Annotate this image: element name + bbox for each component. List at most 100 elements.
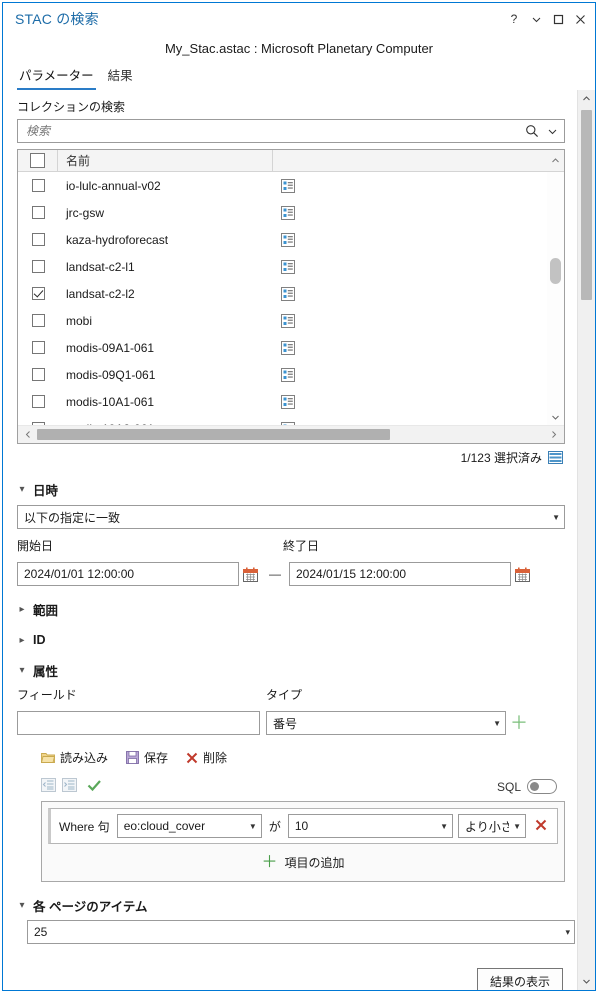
date-inputs-row: 2024/01/01 12:00:00 — 2024/01/15 12:00:0… bbox=[17, 562, 565, 586]
tab-parameters[interactable]: パラメーター bbox=[17, 65, 96, 90]
table-row[interactable]: kaza-hydroforecast bbox=[18, 226, 547, 253]
list-view-icon[interactable] bbox=[548, 451, 563, 464]
load-button[interactable]: 読み込み bbox=[41, 749, 108, 766]
clause-value-select[interactable]: 10 ▼ bbox=[287, 814, 453, 838]
section-extent-header[interactable]: ▸ 範囲 bbox=[17, 600, 565, 619]
attribute-field-input[interactable] bbox=[17, 711, 260, 735]
table-row[interactable]: modis-09Q1-061 bbox=[18, 361, 547, 388]
help-button[interactable]: ? bbox=[503, 8, 525, 30]
sql-toggle-group[interactable]: SQL bbox=[497, 779, 565, 794]
list-vscroll-thumb[interactable] bbox=[550, 258, 561, 284]
panel-scroll-down-arrow[interactable] bbox=[578, 973, 595, 990]
list-details-icon bbox=[281, 205, 295, 220]
row-details-icon[interactable] bbox=[273, 232, 303, 247]
collection-search-box[interactable] bbox=[17, 119, 565, 143]
panel-vertical-scrollbar[interactable] bbox=[577, 90, 595, 990]
list-hscroll-thumb[interactable] bbox=[37, 429, 390, 440]
collection-search-input[interactable] bbox=[24, 123, 522, 139]
row-details-icon[interactable] bbox=[273, 394, 303, 409]
list-vertical-scrollbar[interactable] bbox=[547, 172, 564, 425]
column-header-extra bbox=[273, 150, 564, 171]
sql-toggle-switch[interactable] bbox=[527, 779, 557, 794]
row-checkbox-cell[interactable] bbox=[18, 341, 58, 354]
row-checkbox[interactable] bbox=[31, 233, 45, 246]
table-row[interactable]: io-lulc-annual-v02 bbox=[18, 172, 547, 199]
list-scroll-down-arrow[interactable] bbox=[547, 409, 564, 425]
select-all-checkbox[interactable] bbox=[30, 153, 45, 168]
clause-connector-label: が bbox=[268, 819, 281, 834]
row-checkbox[interactable] bbox=[31, 341, 45, 354]
start-date-calendar-icon[interactable] bbox=[239, 567, 261, 582]
collapse-button[interactable] bbox=[525, 8, 547, 30]
column-header-name[interactable]: 名前 bbox=[58, 150, 273, 171]
show-results-button[interactable]: 結果の表示 bbox=[476, 968, 563, 990]
load-button-label: 読み込み bbox=[60, 751, 109, 765]
list-horizontal-scrollbar[interactable] bbox=[18, 425, 564, 443]
section-datetime-header[interactable]: ▾ 日時 bbox=[17, 480, 565, 499]
attribute-type-select[interactable]: 番号 ▼ bbox=[266, 711, 506, 735]
list-scroll-right-arrow[interactable] bbox=[546, 426, 562, 443]
add-clause-button[interactable]: ＋ 項目の追加 bbox=[48, 854, 558, 871]
row-checkbox-cell[interactable] bbox=[18, 314, 58, 327]
validate-button[interactable] bbox=[83, 779, 102, 795]
table-row[interactable]: modis-10A2-061 bbox=[18, 415, 547, 425]
row-checkbox-cell[interactable] bbox=[18, 368, 58, 381]
start-date-input[interactable]: 2024/01/01 12:00:00 bbox=[17, 562, 239, 586]
indent-button[interactable] bbox=[62, 778, 77, 795]
row-checkbox-cell[interactable] bbox=[18, 179, 58, 192]
save-button[interactable]: 保存 bbox=[126, 749, 168, 766]
row-details-icon[interactable] bbox=[273, 259, 303, 274]
per-page-select[interactable]: 25 ▾ bbox=[27, 920, 575, 944]
table-row[interactable]: landsat-c2-l1 bbox=[18, 253, 547, 280]
section-id-header[interactable]: ▸ ID bbox=[17, 633, 565, 647]
maximize-button[interactable] bbox=[547, 8, 569, 30]
list-scroll-left-arrow[interactable] bbox=[20, 426, 36, 443]
tab-parameters-label: パラメーター bbox=[19, 69, 94, 83]
collections-list-header: 名前 bbox=[18, 150, 564, 172]
row-checkbox-cell[interactable] bbox=[18, 233, 58, 246]
row-checkbox[interactable] bbox=[31, 287, 45, 300]
row-details-icon[interactable] bbox=[273, 205, 303, 220]
datetime-mode-select[interactable]: 以下の指定に一致 ▼ bbox=[17, 505, 565, 529]
remove-clause-button[interactable] bbox=[531, 818, 551, 834]
row-details-icon[interactable] bbox=[273, 367, 303, 382]
chevron-down-icon: ▼ bbox=[513, 821, 521, 831]
row-checkbox-cell[interactable] bbox=[18, 395, 58, 408]
row-checkbox[interactable] bbox=[31, 260, 45, 273]
row-checkbox[interactable] bbox=[31, 179, 45, 192]
row-details-icon[interactable] bbox=[273, 178, 303, 193]
row-checkbox[interactable] bbox=[31, 368, 45, 381]
row-checkbox[interactable] bbox=[31, 314, 45, 327]
row-name: io-lulc-annual-v02 bbox=[66, 178, 161, 193]
row-details-icon[interactable] bbox=[273, 286, 303, 301]
delete-button[interactable]: 削除 bbox=[186, 749, 227, 766]
row-details-icon[interactable] bbox=[273, 340, 303, 355]
row-checkbox-cell[interactable] bbox=[18, 287, 58, 300]
clause-field-select[interactable]: eo:cloud_cover ▼ bbox=[116, 814, 262, 838]
panel-scroll-up-arrow[interactable] bbox=[578, 90, 595, 107]
outdent-button[interactable] bbox=[41, 778, 56, 795]
add-attribute-button[interactable]: ＋ bbox=[506, 714, 532, 732]
row-checkbox[interactable] bbox=[31, 206, 45, 219]
tab-results[interactable]: 結果 bbox=[106, 65, 135, 90]
row-checkbox-cell[interactable] bbox=[18, 206, 58, 219]
row-checkbox-cell[interactable] bbox=[18, 260, 58, 273]
search-icon[interactable] bbox=[522, 121, 542, 141]
table-row[interactable]: jrc-gsw bbox=[18, 199, 547, 226]
section-attributes-header[interactable]: ▾ 属性 bbox=[17, 661, 565, 680]
clause-field-value: eo:cloud_cover bbox=[123, 819, 206, 833]
end-date-input[interactable]: 2024/01/15 12:00:00 bbox=[289, 562, 511, 586]
table-row[interactable]: modis-09A1-061 bbox=[18, 334, 547, 361]
row-details-icon[interactable] bbox=[273, 313, 303, 328]
panel-vscroll-thumb[interactable] bbox=[581, 110, 592, 300]
section-per-page-header[interactable]: ▾ 各 ページのアイテム bbox=[17, 896, 565, 915]
table-row[interactable]: modis-10A1-061 bbox=[18, 388, 547, 415]
table-row[interactable]: mobi bbox=[18, 307, 547, 334]
search-dropdown-icon[interactable] bbox=[542, 121, 562, 141]
table-row[interactable]: landsat-c2-l2 bbox=[18, 280, 547, 307]
close-button[interactable] bbox=[569, 8, 591, 30]
select-all-cell[interactable] bbox=[18, 150, 58, 171]
end-date-calendar-icon[interactable] bbox=[511, 567, 533, 582]
row-checkbox[interactable] bbox=[31, 395, 45, 408]
clause-operator-select[interactable]: より小さい ▼ bbox=[458, 814, 526, 838]
